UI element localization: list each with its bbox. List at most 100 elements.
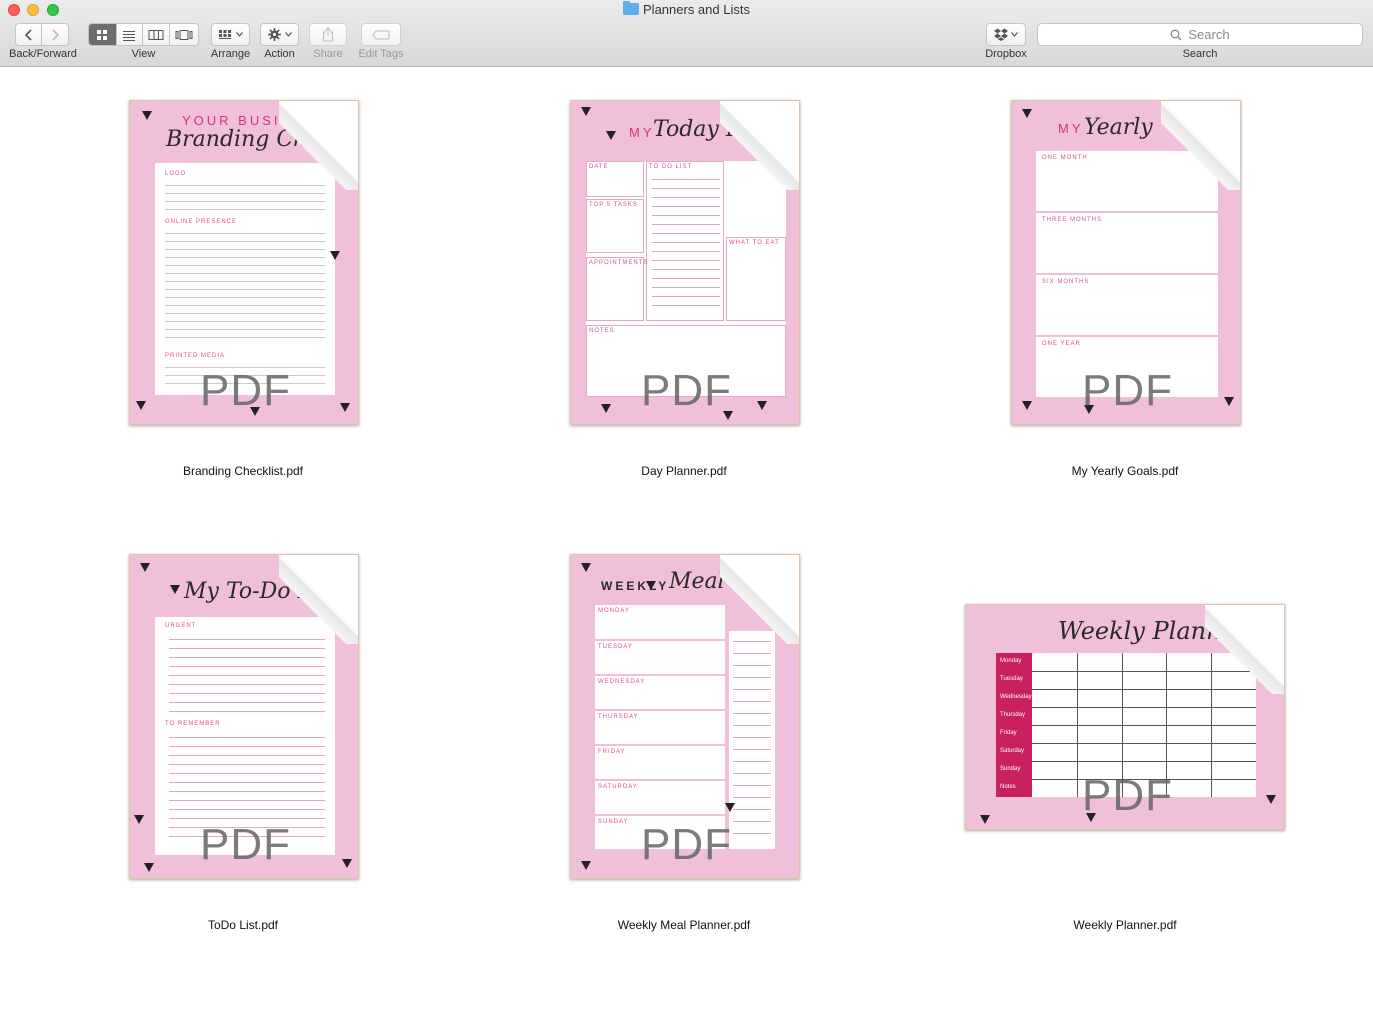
column-view-button[interactable] <box>143 24 170 45</box>
action-button[interactable] <box>260 23 299 46</box>
search-label: Search <box>1182 48 1218 60</box>
thumbnail-title-top: YOUR BUSI <box>182 113 281 128</box>
thumbnail-section: Thursday <box>1000 712 1026 718</box>
thumbnail-section: FRIDAY <box>598 749 626 755</box>
thumbnail-section: LOGO <box>165 171 187 177</box>
window-title-text: Planners and Lists <box>643 2 750 17</box>
window-title: Planners and Lists <box>0 1 1373 18</box>
thumbnail-section: URGENT <box>165 623 197 629</box>
thumbnail-section: TOP 5 TASKS <box>589 202 638 208</box>
thumbnail-sheet: THREE MONTHS <box>1036 213 1218 273</box>
thumbnail-title: Yearly <box>1084 115 1153 140</box>
icon-view-button[interactable] <box>89 24 117 45</box>
file-name[interactable]: Day Planner.pdf <box>534 464 834 478</box>
thumbnail-sheet: DATE TO DO LIST TOP 5 TASKS APPOINTMENTS… <box>586 161 786 397</box>
thumbnail-section: TO DO LIST <box>649 164 693 170</box>
file-item[interactable]: MY Yearly ONE MONTH THREE MONTHS SIX MON… <box>975 98 1275 498</box>
pdf-thumbnail[interactable]: Weekly Planner Monday Tuesday Wednesday … <box>965 604 1285 830</box>
forward-button[interactable] <box>42 24 68 45</box>
chevron-right-icon <box>52 28 60 41</box>
thumbnail-section: DATE <box>589 164 609 170</box>
back-forward-label: Back/Forward <box>9 48 77 60</box>
pdf-badge: PDF <box>641 820 732 869</box>
thumbnail-section: Notes <box>1000 784 1016 790</box>
search-input[interactable]: Search <box>1037 23 1363 46</box>
arrange-button[interactable] <box>211 23 250 46</box>
pdf-badge: PDF <box>200 366 291 415</box>
tag-icon <box>372 30 390 39</box>
thumbnail-section: THREE MONTHS <box>1042 217 1102 223</box>
file-name[interactable]: My Yearly Goals.pdf <box>975 464 1275 478</box>
pdf-badge: PDF <box>200 820 291 869</box>
file-item[interactable]: YOUR BUSI Branding Che LOGO ONLINE PRESE… <box>93 98 393 498</box>
dropbox-button[interactable] <box>986 23 1026 46</box>
thumbnail-sheet: FRIDAY <box>595 746 725 779</box>
file-name[interactable]: Weekly Meal Planner.pdf <box>534 918 834 932</box>
arrange-label: Arrange <box>210 48 251 60</box>
dropbox-icon <box>994 28 1008 41</box>
file-item[interactable]: MY Today P DATE TO DO LIST TOP 5 TASKS A… <box>534 98 834 498</box>
thumbnail-section: Tuesday <box>1000 676 1023 682</box>
action-label: Action <box>264 48 295 60</box>
dropbox-label: Dropbox <box>985 48 1027 60</box>
arrange-grid-icon <box>219 29 231 39</box>
file-item[interactable]: My To-Do L URGENT TO REMEMBER PDF ToDo L… <box>93 552 393 952</box>
pdf-thumbnail[interactable]: MY Today P DATE TO DO LIST TOP 5 TASKS A… <box>570 100 800 425</box>
file-icon-grid: YOUR BUSI Branding Che LOGO ONLINE PRESE… <box>0 68 1373 1009</box>
window-toolbar: Planners and Lists Back/Forward View Arr… <box>0 0 1373 67</box>
file-name[interactable]: ToDo List.pdf <box>93 918 393 932</box>
page-curl-icon <box>720 101 799 190</box>
thumbnail-sheet: THURSDAY <box>595 711 725 744</box>
edit-tags-button[interactable] <box>361 23 401 46</box>
chevron-left-icon <box>24 28 32 41</box>
folder-icon <box>623 1 640 15</box>
list-view-button[interactable] <box>117 24 144 45</box>
pdf-thumbnail[interactable]: My To-Do L URGENT TO REMEMBER PDF <box>129 554 359 879</box>
gallery-view-button[interactable] <box>170 24 198 45</box>
pdf-badge: PDF <box>1082 771 1173 820</box>
view-label: View <box>131 48 156 60</box>
thumbnail-section: THURSDAY <box>598 714 639 720</box>
page-curl-icon <box>279 555 358 644</box>
thumbnail-title: Meal <box>669 569 725 594</box>
thumbnail-title-top: MY <box>629 125 655 140</box>
thumbnail-section: Wednesday <box>1000 694 1032 700</box>
chevron-down-icon <box>284 32 292 37</box>
thumbnail-sheet: SIX MONTHS <box>1036 275 1218 335</box>
thumbnail-sheet: MONDAY <box>595 605 725 639</box>
share-icon <box>323 27 333 42</box>
page-curl-icon <box>720 555 799 644</box>
gear-icon <box>267 28 281 41</box>
thumbnail-section: SIX MONTHS <box>1042 279 1090 285</box>
pdf-badge: PDF <box>1082 366 1173 415</box>
thumbnail-section: APPOINTMENTS <box>589 260 649 266</box>
file-item[interactable]: WEEKLY Meal MONDAY TUESDAY WEDNESDAY THU… <box>534 552 834 952</box>
thumbnail-section: WHAT TO EAT <box>729 240 780 246</box>
file-name[interactable]: Branding Checklist.pdf <box>93 464 393 478</box>
chevron-down-icon <box>236 32 243 37</box>
pdf-thumbnail[interactable]: MY Yearly ONE MONTH THREE MONTHS SIX MON… <box>1011 100 1241 425</box>
gallery-icon <box>175 29 193 40</box>
thumbnail-sheet: SATURDAY <box>595 781 725 814</box>
thumbnail-sheet: LOGO ONLINE PRESENCE PRINTED MEDIA <box>155 163 335 395</box>
pdf-badge: PDF <box>641 366 732 415</box>
page-curl-icon <box>1205 605 1284 694</box>
share-button[interactable] <box>309 23 347 46</box>
search-icon <box>1170 29 1182 40</box>
thumbnail-section: NOTES <box>589 328 615 334</box>
file-name[interactable]: Weekly Planner.pdf <box>975 918 1275 932</box>
pdf-thumbnail[interactable]: YOUR BUSI Branding Che LOGO ONLINE PRESE… <box>129 100 359 425</box>
back-forward-control <box>15 23 69 46</box>
thumbnail-section: ONLINE PRESENCE <box>165 219 238 225</box>
chevron-down-icon <box>1011 32 1018 37</box>
grid-icon <box>97 29 108 40</box>
page-curl-icon <box>279 101 358 190</box>
file-item[interactable]: Weekly Planner Monday Tuesday Wednesday … <box>965 552 1285 952</box>
page-curl-icon <box>1161 101 1240 190</box>
back-button[interactable] <box>16 24 43 45</box>
thumbnail-section: TUESDAY <box>598 644 633 650</box>
share-label: Share <box>313 48 343 60</box>
pdf-thumbnail[interactable]: WEEKLY Meal MONDAY TUESDAY WEDNESDAY THU… <box>570 554 800 879</box>
view-mode-control <box>88 23 199 46</box>
search-placeholder: Search <box>1188 27 1230 42</box>
